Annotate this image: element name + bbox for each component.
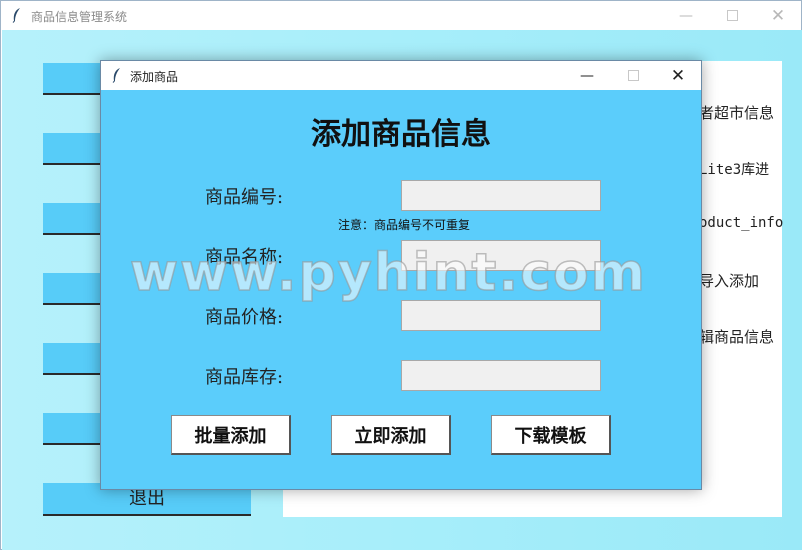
main-titlebar[interactable]: 商品信息管理系统 — ✕ (1, 1, 801, 30)
dialog-titlebar[interactable]: 添加商品 — ✕ (101, 61, 701, 90)
watermark-text: www.pyhint.com (129, 242, 647, 304)
dialog-maximize-button[interactable] (610, 61, 656, 90)
main-minimize-button[interactable]: — (663, 1, 709, 30)
add-now-button[interactable]: 立即添加 (331, 415, 451, 455)
info-line-4: 导入添加 (699, 272, 760, 290)
main-close-button[interactable]: ✕ (755, 1, 801, 30)
close-icon: ✕ (770, 5, 786, 26)
download-template-button[interactable]: 下载模板 (491, 415, 611, 455)
minimize-icon: — (580, 67, 594, 84)
dialog-minimize-button[interactable]: — (564, 61, 610, 90)
product-code-label: 商品编号: (205, 187, 284, 208)
product-stock-input[interactable] (401, 360, 601, 391)
maximize-icon (627, 70, 639, 81)
info-line-1: 者超市信息 (699, 104, 775, 122)
product-price-input[interactable] (401, 300, 601, 331)
dialog-title: 添加商品 (130, 70, 179, 84)
main-maximize-button[interactable] (709, 1, 755, 30)
info-line-2: Lite3库进 (699, 162, 770, 178)
feather-icon (112, 68, 120, 83)
product-stock-label: 商品库存: (205, 367, 284, 388)
main-window-title: 商品信息管理系统 (31, 10, 128, 24)
info-line-3: oduct_info (699, 215, 784, 231)
product-price-label: 商品价格: (205, 307, 284, 328)
product-code-input[interactable] (401, 180, 601, 211)
info-line-5: 辑商品信息 (699, 328, 775, 346)
code-unique-note: 注意：商品编号不可重复 (338, 218, 471, 232)
batch-add-button[interactable]: 批量添加 (171, 415, 291, 455)
dialog-heading: 添加商品信息 (311, 117, 491, 152)
maximize-icon (726, 10, 738, 21)
close-icon: ✕ (670, 65, 686, 86)
dialog-close-button[interactable]: ✕ (655, 61, 701, 90)
minimize-icon: — (679, 7, 693, 24)
feather-icon (12, 8, 20, 23)
